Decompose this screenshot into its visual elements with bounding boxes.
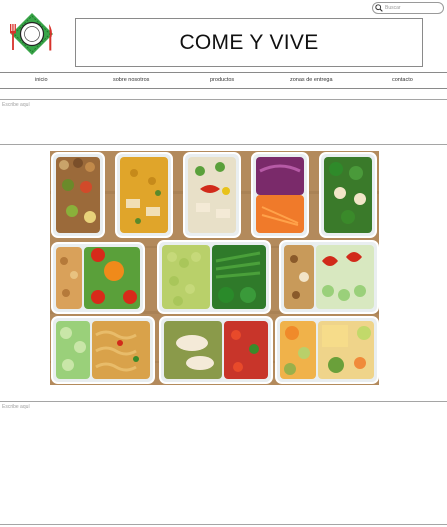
nav-item-inicio[interactable]: inicio	[35, 77, 48, 83]
meal-prep-image	[50, 151, 379, 385]
meal-prep-photo	[50, 151, 379, 385]
nav-item-sobre-nosotros[interactable]: sobre nosotros	[113, 77, 149, 83]
text-area-top[interactable]: Escribe aquí	[0, 99, 447, 145]
page-title: COME Y VIVE	[179, 30, 319, 54]
search-box[interactable]	[372, 2, 444, 14]
text-area-placeholder: Escribe aquí	[2, 404, 30, 410]
nav-item-contacto[interactable]: contacto	[392, 77, 413, 83]
search-icon	[375, 4, 383, 12]
title-box: COME Y VIVE	[75, 18, 423, 67]
nav-item-zonas-de-entrega[interactable]: zonas de entrega	[290, 77, 333, 83]
text-area-placeholder: Escribe aquí	[2, 102, 30, 108]
restaurant-logo	[10, 13, 53, 55]
nav-item-productos[interactable]: productos	[210, 77, 234, 83]
text-area-bottom[interactable]: Escribe aquí	[0, 401, 447, 525]
search-input[interactable]	[385, 3, 443, 13]
main-nav: inicio sobre nosotros productos zonas de…	[0, 72, 447, 89]
